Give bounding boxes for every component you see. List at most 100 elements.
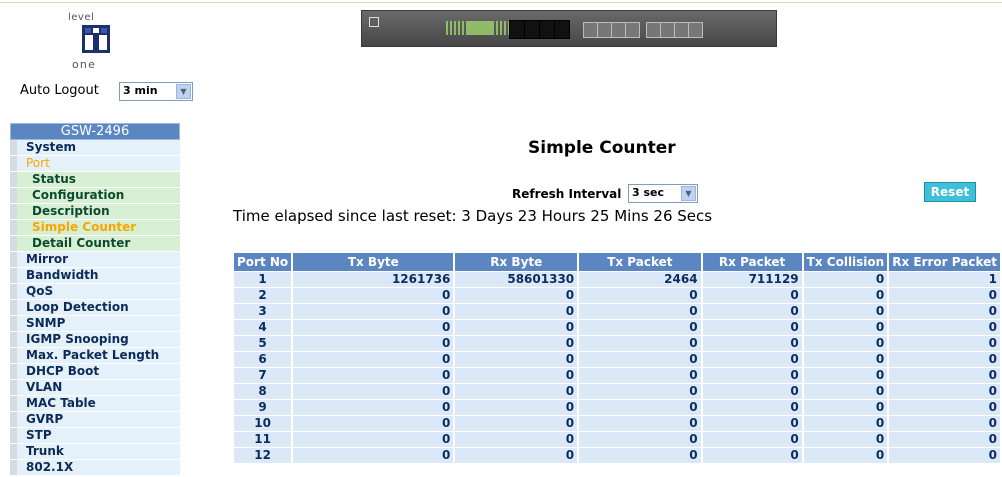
top-divider [0,2,1002,3]
sidebar-item-detail-counter[interactable]: Detail Counter [10,236,180,252]
reset-button[interactable]: Reset [924,182,976,202]
counter-cell: 0 [889,336,1000,352]
port-number-cell: 1 [234,272,292,288]
counter-cell: 2464 [579,272,701,288]
sidebar-menu: GSW-2496 System Port Status Configuration De… [10,123,180,476]
sidebar-item-description[interactable]: Description [10,204,180,220]
counter-cell: 0 [579,288,701,304]
device-sfp-slot-icon [597,22,612,38]
counter-cell: 0 [455,336,578,352]
sidebar-item-mac-table[interactable]: MAC Table [10,396,180,412]
counter-cell: 0 [803,352,888,368]
sidebar-item-system[interactable]: System [10,140,180,156]
sidebar-item-802-1x[interactable]: 802.1X [10,460,180,476]
sidebar-item-igmp-snooping[interactable]: IGMP Snooping [10,332,180,348]
chevron-down-icon: ▼ [176,84,191,99]
counter-cell: 0 [702,288,802,304]
counter-cell: 0 [702,416,802,432]
counter-cell: 0 [702,384,802,400]
counter-cell: 0 [702,336,802,352]
counter-cell: 0 [455,320,578,336]
counter-cell: 0 [455,368,578,384]
counter-cell: 0 [293,336,454,352]
refresh-interval-select[interactable]: 3 sec ▼ [628,184,698,203]
port-number-cell: 12 [234,448,292,464]
device-sfp-slot-icon [646,22,661,38]
counter-cell: 0 [702,432,802,448]
column-header: Port No [234,253,292,272]
counter-cell: 0 [889,432,1000,448]
table-row: 4000000 [234,320,1000,336]
device-port-icon [554,20,570,39]
counter-cell: 0 [803,304,888,320]
device-port-icon [509,20,525,39]
counter-cell: 0 [293,304,454,320]
counter-cell: 0 [579,416,701,432]
table-row: 7000000 [234,368,1000,384]
sidebar-item-status[interactable]: Status [10,172,180,188]
column-header: Rx Error Packet [889,253,1000,272]
counter-cell: 0 [455,304,578,320]
counter-cell: 0 [455,432,578,448]
sidebar-item-stp[interactable]: STP [10,428,180,444]
device-sfp-slot-icon [674,22,689,38]
sidebar-item-port[interactable]: Port [10,156,180,172]
counter-cell: 0 [889,400,1000,416]
counter-table: Port No Tx Byte Rx Byte Tx Packet Rx Packet T… [232,253,1002,464]
port-number-cell: 11 [234,432,292,448]
table-row: 12 0 0 0 0 0 0 [234,448,1000,464]
port-number-cell: 4 [234,320,292,336]
chevron-down-icon: ▼ [681,186,696,201]
table-row: 6000000 [234,352,1000,368]
sidebar-item-configuration[interactable]: Configuration [10,188,180,204]
counter-cell: 0 [579,432,701,448]
auto-logout-value: 3 min [123,84,158,97]
counter-cell: 0 [702,368,802,384]
device-port-icon [539,20,555,39]
column-header: Tx Packet [579,253,701,272]
sidebar-item-bandwidth[interactable]: Bandwidth [10,268,180,284]
sidebar-item-vlan[interactable]: VLAN [10,380,180,396]
sidebar-item-dhcp-boot[interactable]: DHCP Boot [10,364,180,380]
counter-cell: 0 [579,384,701,400]
table-row: 5000000 [234,336,1000,352]
counter-cell: 0 [579,304,701,320]
sidebar-item-trunk[interactable]: Trunk [10,444,180,460]
sidebar-item-max-packet-length[interactable]: Max. Packet Length [10,348,180,364]
sidebar-item-mirror[interactable]: Mirror [10,252,180,268]
counter-cell: 0 [293,416,454,432]
counter-cell: 0 [455,448,578,464]
counter-cell: 0 [579,368,701,384]
counter-cell: 1261736 [293,272,454,288]
counter-cell: 0 [803,368,888,384]
counter-cell: 0 [293,448,454,464]
port-number-cell: 10 [234,416,292,432]
device-sfp-slot-icon [688,22,703,38]
counter-cell: 0 [803,400,888,416]
counter-cell: 0 [455,384,578,400]
counter-cell: 0 [293,384,454,400]
sidebar-item-simple-counter[interactable]: Simple Counter [10,220,180,236]
counter-cell: 0 [455,400,578,416]
sidebar-item-gvrp[interactable]: GVRP [10,412,180,428]
auto-logout-select[interactable]: 3 min ▼ [119,82,193,101]
counter-cell: 58601330 [455,272,578,288]
device-sfp-slot-icon [660,22,675,38]
port-number-cell: 2 [234,288,292,304]
sidebar-item-loop-detection[interactable]: Loop Detection [10,300,180,316]
levelone-logo: level one [62,12,122,76]
counter-cell: 0 [803,272,888,288]
counter-cell: 0 [579,336,701,352]
port-number-cell: 9 [234,400,292,416]
counter-cell: 0 [293,432,454,448]
table-row: 9000000 [234,400,1000,416]
counter-cell: 0 [803,432,888,448]
device-sfp-slot-icon [583,22,598,38]
port-number-cell: 5 [234,336,292,352]
table-header-row: Port No Tx Byte Rx Byte Tx Packet Rx Packet T… [234,253,1000,272]
time-elapsed-text: Time elapsed since last reset: 3 Days 23… [233,207,713,225]
counter-cell: 0 [889,352,1000,368]
sidebar-item-snmp[interactable]: SNMP [10,316,180,332]
counter-cell: 0 [293,352,454,368]
sidebar-item-qos[interactable]: QoS [10,284,180,300]
